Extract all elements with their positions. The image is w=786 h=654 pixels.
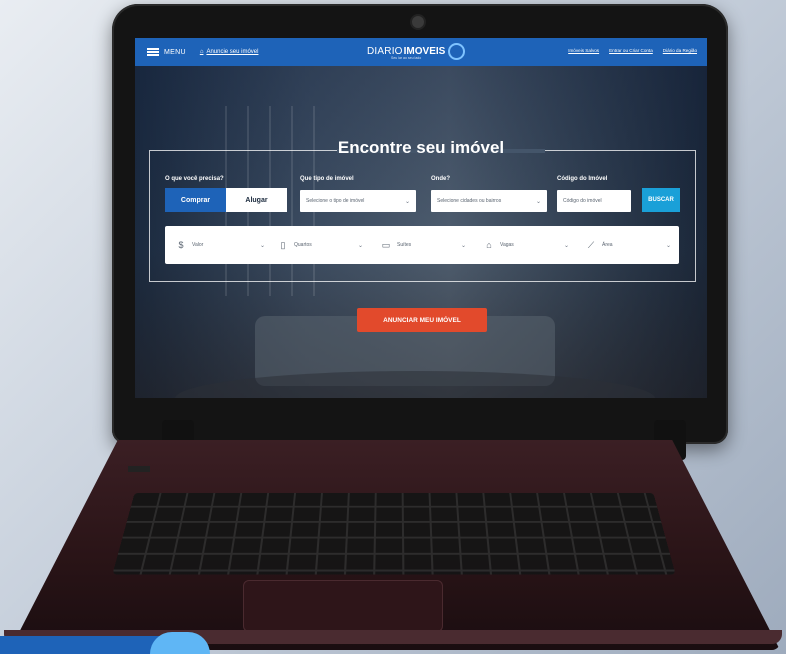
filter-bedrooms-label: Quartos <box>294 242 312 248</box>
webcam <box>410 14 426 30</box>
chevron-down-icon: ⌄ <box>536 198 541 205</box>
location-placeholder: Selecione cidades ou bairros <box>437 198 501 204</box>
announce-property-link[interactable]: ⌂ Anuncie seu imóvel <box>200 49 259 55</box>
touchpad <box>243 580 443 632</box>
hero-title: Encontre seu imóvel <box>135 138 707 158</box>
location-select[interactable]: Selecione cidades ou bairros ⌄ <box>431 190 547 212</box>
top-navigation-bar: MENU ⌂ Anuncie seu imóvel DIARIO IMOVEIS… <box>135 38 707 66</box>
keyboard <box>112 493 675 575</box>
chevron-down-icon: ⌄ <box>358 242 363 249</box>
bathtub-icon: ▭ <box>380 240 392 251</box>
chevron-down-icon: ⌄ <box>564 242 569 249</box>
decorative-blue-shape <box>150 632 210 654</box>
property-code-label: Código do Imóvel <box>557 176 607 182</box>
laptop-screen: MENU ⌂ Anuncie seu imóvel DIARIO IMOVEIS… <box>135 38 707 398</box>
menu-button[interactable]: MENU <box>147 48 186 56</box>
filter-bedrooms[interactable]: ▯ Quartos ⌄ <box>277 234 363 256</box>
announce-property-button[interactable]: ANUNCIAR MEU IMÓVEL <box>357 308 487 332</box>
announce-link-text: Anuncie seu imóvel <box>206 49 258 55</box>
menu-label: MENU <box>164 49 186 56</box>
chevron-down-icon: ⌄ <box>405 198 410 205</box>
garage-icon: ⌂ <box>483 240 495 250</box>
buy-button[interactable]: Comprar <box>165 188 226 212</box>
diario-regiao-link[interactable]: Diário da Região <box>663 48 697 53</box>
chevron-down-icon: ⌄ <box>666 242 671 249</box>
chevron-down-icon: ⌄ <box>260 242 265 249</box>
header-links: Imóveis Salvos Entrar ou Criar Conta Diá… <box>568 48 697 53</box>
saved-properties-link[interactable]: Imóveis Salvos <box>568 48 599 53</box>
filter-suites[interactable]: ▭ Suítes ⌄ <box>380 234 466 256</box>
logo-mark-icon <box>448 43 465 60</box>
chevron-down-icon: ⌄ <box>461 242 466 249</box>
need-label: O que você precisa? <box>165 176 224 182</box>
property-code-placeholder: Código do imóvel <box>563 198 602 204</box>
rent-button[interactable]: Alugar <box>226 188 287 212</box>
hamburger-icon <box>147 48 159 56</box>
filter-parking-label: Vagas <box>500 242 514 248</box>
filter-area-label: Área <box>602 242 613 248</box>
where-label: Onde? <box>431 176 450 182</box>
home-icon: ⌂ <box>200 49 204 55</box>
property-type-select[interactable]: Selecione o tipo de imóvel ⌄ <box>300 190 416 212</box>
speaker-grille <box>128 466 150 472</box>
search-button[interactable]: BUSCAR <box>642 188 680 212</box>
ruler-icon: ⟋ <box>585 240 597 251</box>
filter-area[interactable]: ⟋ Área ⌄ <box>585 234 671 256</box>
property-code-input[interactable]: Código do imóvel <box>557 190 631 212</box>
filter-value-label: Valor <box>192 242 203 248</box>
filters-bar: $ Valor ⌄ ▯ Quartos ⌄ ▭ Suítes ⌄ ⌂ Vagas… <box>165 226 679 264</box>
bed-icon: ▯ <box>277 240 289 251</box>
logo-tagline: Seu lar ao seu lado <box>391 56 421 60</box>
filter-parking[interactable]: ⌂ Vagas ⌄ <box>483 234 569 256</box>
currency-icon: $ <box>175 240 187 250</box>
buy-rent-toggle: Comprar Alugar <box>165 188 287 212</box>
laptop-lid: MENU ⌂ Anuncie seu imóvel DIARIO IMOVEIS… <box>112 4 728 444</box>
filter-suites-label: Suítes <box>397 242 411 248</box>
login-link[interactable]: Entrar ou Criar Conta <box>609 48 653 53</box>
property-type-placeholder: Selecione o tipo de imóvel <box>306 198 364 204</box>
property-type-label: Que tipo de imóvel <box>300 176 354 182</box>
filter-value[interactable]: $ Valor ⌄ <box>175 234 265 256</box>
